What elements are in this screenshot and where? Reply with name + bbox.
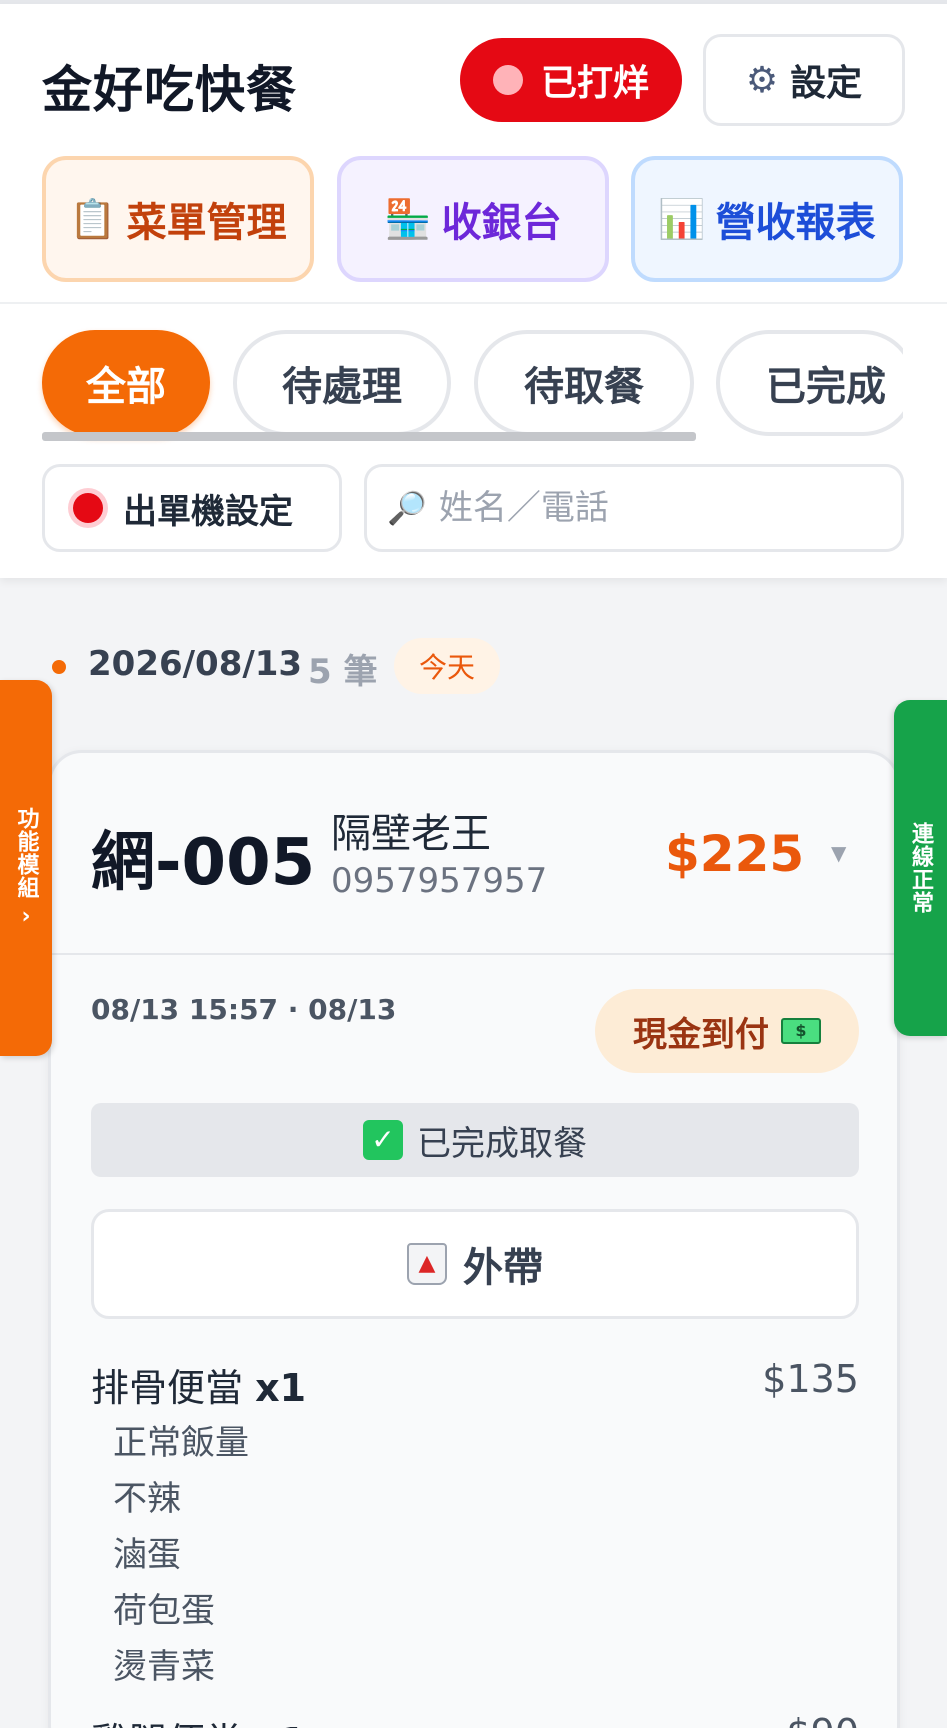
order-card-header[interactable]: 網-005 隔壁老王 0957957957 $225 ▼ — [51, 753, 897, 953]
item-price: $90 — [651, 1711, 859, 1728]
tab-completed[interactable]: 已完成 — [716, 330, 916, 436]
group-date: 2026/08/13 — [88, 644, 303, 684]
header-divider — [0, 302, 947, 304]
search-icon: 🔎 — [387, 489, 427, 527]
item-name: 排骨便當 x1 — [91, 1357, 306, 1412]
order-status-bar: ✓ 已完成取餐 — [91, 1103, 859, 1177]
printer-settings-button[interactable]: 出單機設定 — [42, 464, 342, 552]
tab-pending[interactable]: 待處理 — [233, 330, 451, 436]
search-field[interactable]: 🔎 — [364, 464, 904, 552]
date-bullet-icon — [52, 660, 66, 674]
order-card: 網-005 隔壁老王 0957957957 $225 ▼ 08/13 15:57… — [48, 750, 900, 1728]
feature-modules-tab[interactable]: 功能模組 › — [0, 680, 52, 1056]
revenue-report-button[interactable]: 📊 營收報表 — [631, 156, 903, 282]
tab-ready-for-pickup[interactable]: 待取餐 — [474, 330, 694, 436]
check-mark-icon: ✓ — [363, 1120, 403, 1160]
order-type-label: 外帶 — [463, 1245, 543, 1291]
customer-name: 隔壁老王 — [331, 811, 491, 857]
cashier-label: 收銀台 — [441, 200, 562, 246]
closed-label: 已打烊 — [540, 63, 649, 104]
item-option: 燙青菜 — [113, 1647, 215, 1687]
order-card-divider — [51, 953, 897, 955]
order-number: 網-005 — [91, 826, 316, 900]
item-title: 雞腿便當 — [91, 1720, 243, 1728]
item-name: 雞腿便當 x1 — [91, 1711, 306, 1728]
item-qty: x1 — [255, 1720, 306, 1728]
chevron-right-icon: › — [21, 903, 31, 929]
order-status-label: 已完成取餐 — [417, 1123, 587, 1164]
order-time: 08/13 15:57 · 08/13 — [91, 993, 397, 1026]
cashier-button[interactable]: 🏪 收銀台 — [337, 156, 609, 282]
settings-label: 設定 — [790, 63, 863, 104]
status-dot-icon — [492, 65, 523, 95]
customer-phone: 0957957957 — [331, 861, 548, 901]
item-qty: x1 — [255, 1366, 307, 1410]
item-price: $135 — [762, 1357, 859, 1401]
order-type-box: ▲ 外帶 — [91, 1209, 859, 1319]
connection-status-label: 連線正常 — [908, 822, 933, 914]
item-option: 不辣 — [113, 1479, 181, 1519]
expand-caret-icon[interactable]: ▼ — [831, 841, 846, 865]
tabs-overflow-edge — [903, 324, 947, 442]
group-order-count: 5 筆 — [308, 652, 378, 692]
search-input[interactable] — [438, 488, 889, 528]
clipboard-icon: 📋 — [69, 196, 117, 241]
gear-icon: ⚙ — [745, 59, 779, 101]
cash-icon: $ — [781, 1018, 821, 1044]
tabs-scrollbar[interactable] — [42, 432, 696, 441]
printer-settings-label: 出單機設定 — [123, 491, 293, 532]
printer-status-icon — [73, 493, 103, 523]
payment-label: 現金到付 — [633, 1014, 769, 1055]
payment-badge: 現金到付 $ — [595, 989, 859, 1073]
item-option: 荷包蛋 — [113, 1591, 215, 1631]
feature-modules-label: 功能模組 — [13, 806, 39, 899]
takeout-box-icon: ▲ — [407, 1243, 447, 1285]
item-option: 滷蛋 — [113, 1535, 181, 1575]
revenue-report-label: 營收報表 — [715, 200, 876, 246]
settings-button[interactable]: ⚙ 設定 — [703, 34, 905, 126]
menu-management-label: 菜單管理 — [126, 200, 287, 246]
store-icon: 🏪 — [384, 196, 432, 241]
item-title: 排骨便當 — [91, 1366, 244, 1410]
menu-management-button[interactable]: 📋 菜單管理 — [42, 156, 314, 282]
item-option: 正常飯量 — [113, 1423, 249, 1463]
connection-status-tab[interactable]: 連線正常 — [894, 700, 947, 1036]
order-total: $225 — [665, 825, 805, 883]
bar-chart-icon: 📊 — [658, 196, 706, 241]
store-closed-toggle[interactable]: 已打烊 — [460, 38, 682, 122]
tab-all[interactable]: 全部 — [42, 330, 210, 436]
app-header: 金好吃快餐 已打烊 ⚙ 設定 📋 菜單管理 🏪 收銀台 📊 營收報表 全部 待處… — [0, 4, 947, 578]
today-badge: 今天 — [394, 638, 500, 694]
app-title: 金好吃快餐 — [42, 61, 297, 119]
